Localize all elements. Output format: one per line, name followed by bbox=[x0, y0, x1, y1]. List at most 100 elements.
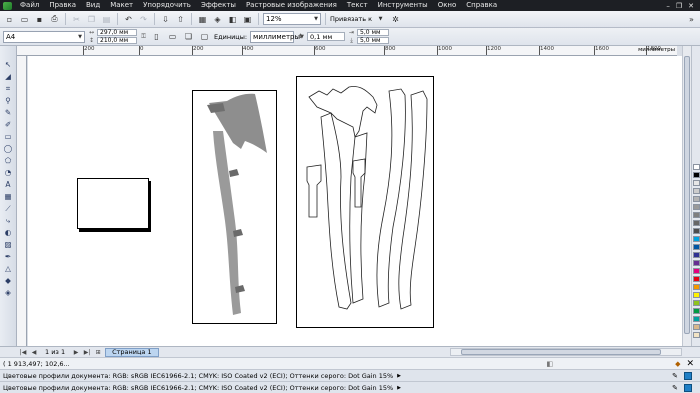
palette-swatch[interactable] bbox=[693, 180, 700, 186]
prev-page-icon[interactable]: ◀ bbox=[30, 349, 38, 356]
redo-icon[interactable]: ↷ bbox=[137, 13, 150, 26]
menu-tools[interactable]: Инструменты bbox=[373, 0, 433, 11]
next-page-icon[interactable]: ▶ bbox=[72, 349, 80, 356]
menu-window[interactable]: Окно bbox=[433, 0, 462, 11]
palette-swatch[interactable] bbox=[693, 164, 700, 170]
table-tool-icon[interactable]: ▦ bbox=[2, 191, 15, 202]
a4-page[interactable] bbox=[77, 178, 149, 229]
palette-swatch[interactable] bbox=[693, 212, 700, 218]
eyedropper-tool-icon[interactable]: ✒ bbox=[2, 251, 15, 262]
palette-swatch[interactable] bbox=[693, 276, 700, 282]
polygon-tool-icon[interactable]: ⬠ bbox=[2, 155, 15, 166]
palette-swatch[interactable] bbox=[693, 220, 700, 226]
palette-swatch[interactable] bbox=[693, 196, 700, 202]
new-document-icon[interactable]: ▫ bbox=[3, 13, 16, 26]
open-folder-icon[interactable]: ▭ bbox=[18, 13, 31, 26]
corel-connect-icon[interactable]: ◈ bbox=[211, 13, 224, 26]
palette-swatch[interactable] bbox=[693, 236, 700, 242]
copy-icon[interactable]: ❐ bbox=[85, 13, 98, 26]
duplicate-x-input[interactable]: 5,0 мм bbox=[357, 29, 390, 36]
palette-swatch[interactable] bbox=[693, 244, 700, 250]
bitmap-frame[interactable] bbox=[192, 90, 277, 324]
vertical-scrollbar[interactable] bbox=[682, 46, 691, 346]
palette-swatch[interactable] bbox=[693, 252, 700, 258]
landscape-icon[interactable]: ▭ bbox=[166, 30, 179, 43]
more-options-icon[interactable]: » bbox=[685, 13, 698, 26]
basic-shapes-icon[interactable]: ◔ bbox=[2, 167, 15, 178]
export-icon[interactable]: ⇧ bbox=[174, 13, 187, 26]
freehand-tool-icon[interactable]: ✎ bbox=[2, 107, 15, 118]
shape-tool-icon[interactable]: ◢ bbox=[2, 71, 15, 82]
drawing-canvas[interactable] bbox=[28, 56, 682, 346]
palette-swatch[interactable] bbox=[693, 332, 700, 338]
menu-arrange[interactable]: Упорядочить bbox=[138, 0, 196, 11]
play-arrow-icon[interactable]: ▶ bbox=[397, 373, 401, 379]
palette-swatch[interactable] bbox=[693, 260, 700, 266]
import-icon[interactable]: ⇩ bbox=[159, 13, 172, 26]
minimize-button[interactable]: – bbox=[666, 2, 670, 10]
palette-swatch[interactable] bbox=[693, 292, 700, 298]
outline-frame[interactable] bbox=[296, 76, 434, 328]
palette-swatch[interactable] bbox=[693, 300, 700, 306]
undo-icon[interactable]: ↶ bbox=[122, 13, 135, 26]
fill-tool-icon[interactable]: ◆ bbox=[2, 275, 15, 286]
full-screen-preview-icon[interactable]: ▣ bbox=[241, 13, 254, 26]
zoom-tool-icon[interactable]: ⚲ bbox=[2, 95, 15, 106]
welcome-screen-icon[interactable]: ◧ bbox=[226, 13, 239, 26]
palette-swatch[interactable] bbox=[693, 324, 700, 330]
outline-pieces-drawing[interactable] bbox=[297, 77, 433, 327]
application-launcher-icon[interactable]: ▦ bbox=[196, 13, 209, 26]
smart-fill-icon[interactable]: ✐ bbox=[2, 119, 15, 130]
pick-tool-icon[interactable]: ↖ bbox=[2, 59, 15, 70]
options-gear-icon[interactable]: ✲ bbox=[389, 13, 402, 26]
scrollbar-thumb[interactable] bbox=[461, 349, 661, 355]
outline-tool-icon[interactable]: △ bbox=[2, 263, 15, 274]
palette-swatch[interactable] bbox=[693, 228, 700, 234]
print-icon[interactable]: ⎙ bbox=[48, 13, 61, 26]
vertical-ruler[interactable] bbox=[17, 56, 27, 346]
page-tab[interactable]: Страница 1 bbox=[105, 347, 159, 357]
menu-view[interactable]: Вид bbox=[81, 0, 105, 11]
restore-button[interactable]: ❐ bbox=[676, 2, 682, 10]
page-size-dropdown[interactable]: A4 ▼ bbox=[3, 30, 85, 43]
menu-file[interactable]: Файл bbox=[15, 0, 44, 11]
save-icon[interactable]: ▪ bbox=[33, 13, 46, 26]
page-width-input[interactable]: 297,0 мм bbox=[97, 29, 137, 36]
rectangle-tool-icon[interactable]: ▭ bbox=[2, 131, 15, 142]
menu-text[interactable]: Текст bbox=[342, 0, 373, 11]
lock-ratio-icon[interactable]: ⚿ bbox=[140, 33, 147, 40]
horizontal-ruler[interactable]: 200 0 200 400 600 800 1000 1200 1400 160… bbox=[17, 46, 677, 56]
menu-effects[interactable]: Эффекты bbox=[196, 0, 241, 11]
horizontal-scrollbar[interactable] bbox=[450, 348, 682, 356]
ellipse-tool-icon[interactable]: ◯ bbox=[2, 143, 15, 154]
crop-tool-icon[interactable]: ⌗ bbox=[2, 83, 15, 94]
current-page-icon[interactable]: ▢ bbox=[198, 30, 211, 43]
cut-icon[interactable]: ✂ bbox=[70, 13, 83, 26]
palette-swatch[interactable] bbox=[693, 308, 700, 314]
duplicate-y-input[interactable]: 5,0 мм bbox=[357, 37, 390, 44]
palette-swatch[interactable] bbox=[693, 268, 700, 274]
axe-bitmap-image[interactable] bbox=[193, 91, 276, 323]
palette-swatch[interactable] bbox=[693, 204, 700, 210]
add-page-icon[interactable]: ⊞ bbox=[94, 349, 102, 356]
close-button[interactable]: ✕ bbox=[688, 2, 694, 10]
paste-icon[interactable]: ▤ bbox=[100, 13, 113, 26]
nudge-distance-input[interactable]: 0,1 мм bbox=[307, 32, 346, 41]
text-tool-icon[interactable]: A bbox=[2, 179, 15, 190]
menu-bitmaps[interactable]: Растровые изображения bbox=[241, 0, 342, 11]
palette-swatch[interactable] bbox=[693, 316, 700, 322]
last-page-icon[interactable]: ▶| bbox=[83, 349, 91, 356]
transparency-tool-icon[interactable]: ▨ bbox=[2, 239, 15, 250]
scrollbar-thumb[interactable] bbox=[684, 56, 690, 334]
zoom-levels-dropdown[interactable]: 12% ▼ bbox=[263, 13, 321, 25]
chevron-down-icon[interactable]: ▼ bbox=[374, 13, 387, 26]
menu-layout[interactable]: Макет bbox=[105, 0, 138, 11]
connector-tool-icon[interactable]: ⤷ bbox=[2, 215, 15, 226]
first-page-icon[interactable]: |◀ bbox=[19, 349, 27, 356]
units-dropdown[interactable]: миллиметры ▼ bbox=[250, 30, 304, 43]
all-pages-icon[interactable]: ❏ bbox=[182, 30, 195, 43]
blend-tool-icon[interactable]: ◐ bbox=[2, 227, 15, 238]
menu-edit[interactable]: Правка bbox=[44, 0, 81, 11]
play-arrow-icon[interactable]: ▶ bbox=[397, 385, 401, 391]
portrait-icon[interactable]: ▯ bbox=[150, 30, 163, 43]
